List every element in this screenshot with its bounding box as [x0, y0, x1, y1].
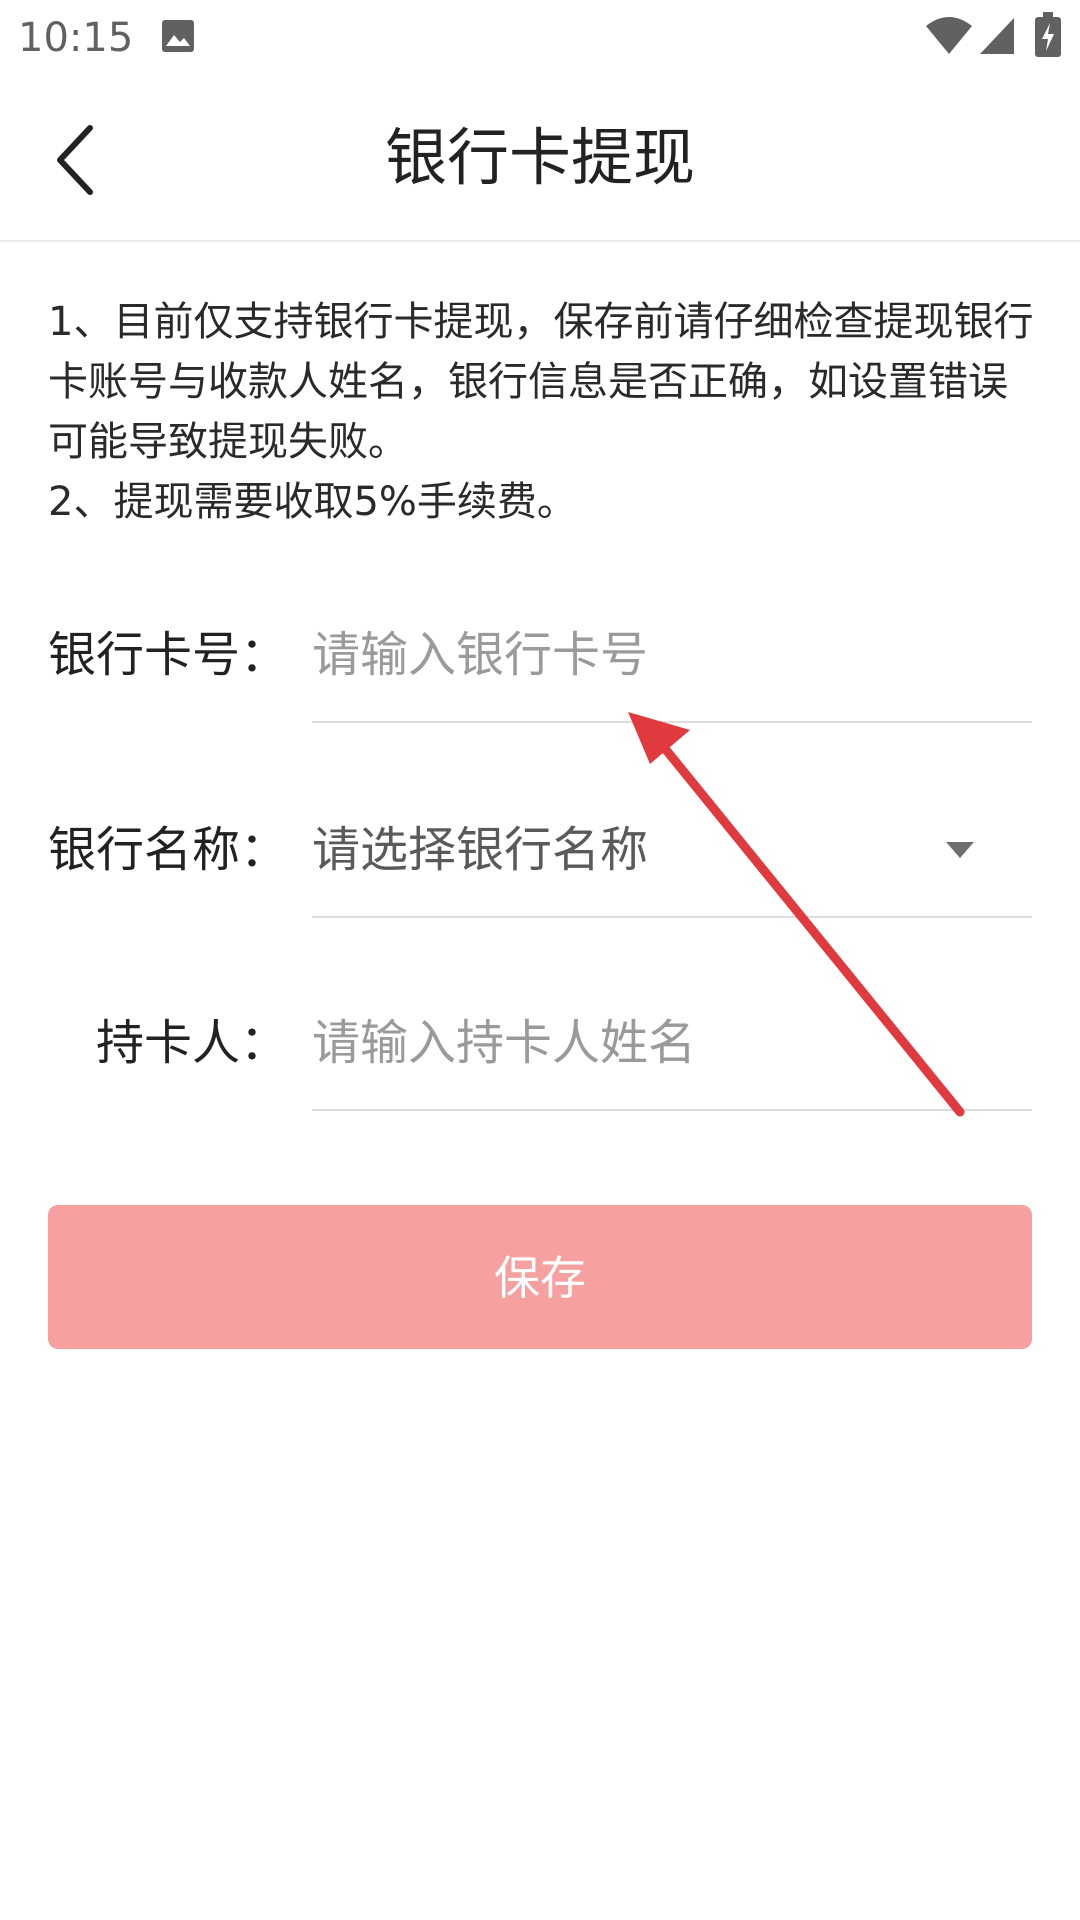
card-holder-underline — [312, 1109, 1032, 1111]
card-holder-input[interactable] — [312, 1003, 1032, 1083]
notice-text: 1、目前仅支持银行卡提现，保存前请仔细检查提现银行卡账号与收款人姓名，银行信息是… — [48, 292, 1038, 532]
bank-name-select[interactable]: 请选择银行名称 — [312, 810, 648, 890]
bank-name-row[interactable]: 银行名称： 请选择银行名称 — [0, 770, 1080, 930]
header: 银行卡提现 — [0, 76, 1080, 242]
gallery-icon — [162, 20, 194, 52]
battery-charging-icon — [1035, 12, 1061, 57]
dropdown-triangle-icon[interactable] — [944, 840, 976, 860]
save-button[interactable]: 保存 — [48, 1205, 1032, 1349]
chevron-left-icon — [57, 125, 93, 195]
card-number-input[interactable] — [312, 615, 1032, 695]
card-holder-label: 持卡人： — [95, 1015, 288, 1071]
card-number-underline — [312, 721, 1032, 723]
card-holder-row: 持卡人： — [0, 963, 1080, 1123]
status-time: 10:15 — [18, 15, 134, 61]
signal-icon — [980, 18, 1014, 54]
back-button[interactable] — [40, 120, 120, 200]
annotation-arrow — [628, 712, 965, 1117]
page-title: 银行卡提现 — [384, 121, 695, 194]
card-number-label: 银行卡号： — [47, 627, 288, 683]
notice-line-1: 1、目前仅支持银行卡提现，保存前请仔细检查提现银行卡账号与收款人姓名，银行信息是… — [48, 299, 1034, 465]
wifi-icon — [926, 17, 972, 54]
status-bar: 10:15 — [0, 0, 1080, 76]
card-number-row: 银行卡号： — [0, 575, 1080, 735]
notice-line-2: 2、提现需要收取5%手续费。 — [48, 479, 577, 525]
bank-name-label: 银行名称： — [47, 822, 288, 878]
bank-name-underline — [312, 916, 1032, 918]
